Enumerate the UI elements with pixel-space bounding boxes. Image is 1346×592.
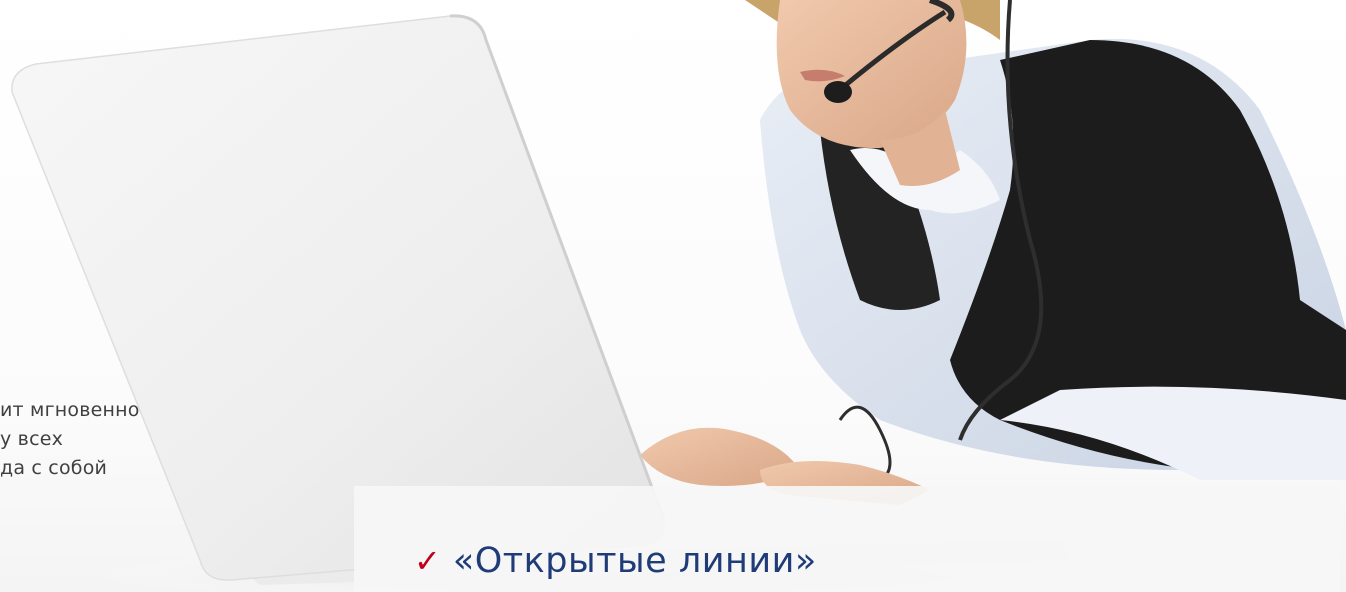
side-text-line-2: у всех bbox=[0, 428, 64, 450]
caption-panel: ✓ «Открытые линии» bbox=[354, 486, 1340, 592]
side-text-line-1: ит мгновенно bbox=[0, 399, 140, 421]
slide: ит мгновенно у всех да с собой ✓ «Открыт… bbox=[0, 0, 1346, 592]
headset-mic bbox=[824, 81, 852, 103]
caption-row: ✓ «Открытые линии» bbox=[414, 544, 817, 579]
caption-title: «Открытые линии» bbox=[452, 541, 817, 581]
side-text-line-3: да с собой bbox=[0, 457, 108, 479]
side-text: ит мгновенно у всех да с собой bbox=[0, 396, 140, 483]
checkmark-icon: ✓ bbox=[414, 542, 441, 580]
